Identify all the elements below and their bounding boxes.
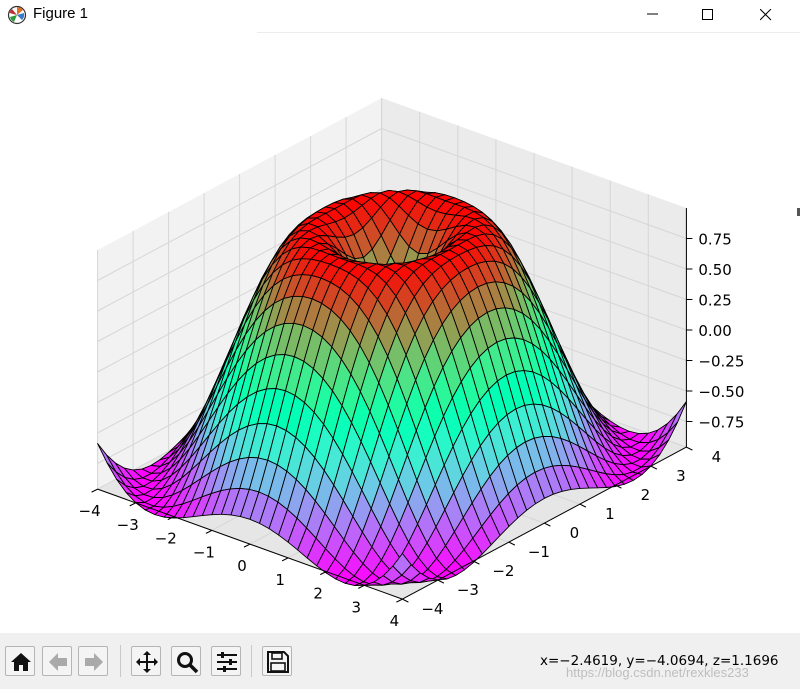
arrow-left-icon [49, 653, 67, 671]
back-button[interactable] [42, 646, 72, 676]
y-tick-mark [579, 503, 587, 508]
x-tick-mark [281, 557, 289, 562]
x-tick-mark [243, 543, 251, 548]
watermark-text: https://blog.csdn.net/rexkles233 [566, 665, 749, 680]
x-tick-label: 1 [275, 571, 285, 589]
home-icon [11, 653, 31, 671]
y-tick-mark [402, 598, 409, 603]
forward-button[interactable] [78, 646, 108, 676]
sliders-icon [217, 652, 237, 672]
minimize-button[interactable] [630, 0, 676, 30]
x-tick-mark [129, 502, 136, 507]
z-tick-label: 0.00 [698, 322, 731, 340]
y-tick-mark [686, 446, 693, 451]
x-tick-mark [205, 529, 213, 534]
y-tick-label: −2 [492, 562, 514, 580]
x-tick-mark [396, 598, 403, 603]
y-tick-mark [473, 560, 480, 565]
close-icon [760, 9, 772, 21]
z-tick-label: −0.25 [698, 353, 744, 371]
magnifier-icon [177, 652, 199, 674]
maximize-icon [702, 9, 713, 20]
zoom-button[interactable] [171, 646, 201, 676]
y-tick-mark [437, 579, 445, 584]
x-tick-label: 0 [237, 557, 247, 575]
move-icon [136, 651, 158, 673]
matplotlib-logo-icon [7, 5, 27, 25]
arrow-right-icon [85, 653, 103, 671]
figure-canvas[interactable]: −4 −3 −2 −1 0 1 2 3 4 −4 −3 −2 −1 0 1 2 3 4 −0.75 −0.50 −0.2… [0, 33, 800, 633]
y-tick-label: −3 [457, 581, 479, 599]
x-tick-label: −4 [79, 502, 101, 520]
pan-button[interactable] [131, 646, 161, 676]
z-tick-label: −0.75 [698, 414, 744, 432]
z-tick-label: −0.50 [698, 383, 744, 401]
x-tick-mark [319, 571, 327, 576]
y-tick-label: −4 [421, 600, 443, 618]
y-tick-label: 4 [712, 448, 722, 466]
toolbar-separator [251, 645, 252, 677]
y-tick-label: 0 [570, 524, 580, 542]
y-tick-label: −1 [528, 543, 550, 561]
x-tick-mark [91, 488, 98, 493]
x-tick-label: −1 [193, 543, 215, 561]
x-tick-label: −2 [155, 530, 177, 548]
x-tick-label: 4 [390, 612, 400, 630]
close-button[interactable] [743, 0, 789, 30]
x-tick-label: 3 [352, 598, 362, 616]
z-tick-label: 0.75 [698, 231, 731, 249]
surface-plot-3d[interactable]: −4 −3 −2 −1 0 1 2 3 4 −4 −3 −2 −1 0 1 2 3 4 −0.75 −0.50 −0.2… [0, 33, 800, 633]
y-tick-label: 3 [676, 467, 686, 485]
y-tick-mark [650, 465, 658, 470]
navigation-toolbar: x=−2.4619, y=−4.0694, z=1.1696 https://b… [0, 633, 800, 689]
save-button[interactable] [262, 646, 292, 676]
y-tick-label: 1 [605, 505, 615, 523]
x-tick-label: −3 [117, 516, 139, 534]
maximize-button[interactable] [685, 0, 731, 30]
toolbar-separator [120, 645, 121, 677]
home-button[interactable] [5, 646, 35, 676]
z-tick-label: 0.50 [698, 261, 731, 279]
y-tick-mark [508, 541, 516, 546]
x-tick-label: 2 [313, 585, 323, 603]
window-title: Figure 1 [33, 5, 89, 22]
y-tick-label: 2 [641, 486, 651, 504]
minimize-icon [647, 13, 658, 15]
configure-button[interactable] [211, 646, 241, 676]
z-tick-label: 0.25 [698, 292, 731, 310]
y-tick-mark [544, 522, 551, 527]
floppy-disk-icon [267, 651, 289, 673]
title-bar: Figure 1 [0, 0, 800, 30]
